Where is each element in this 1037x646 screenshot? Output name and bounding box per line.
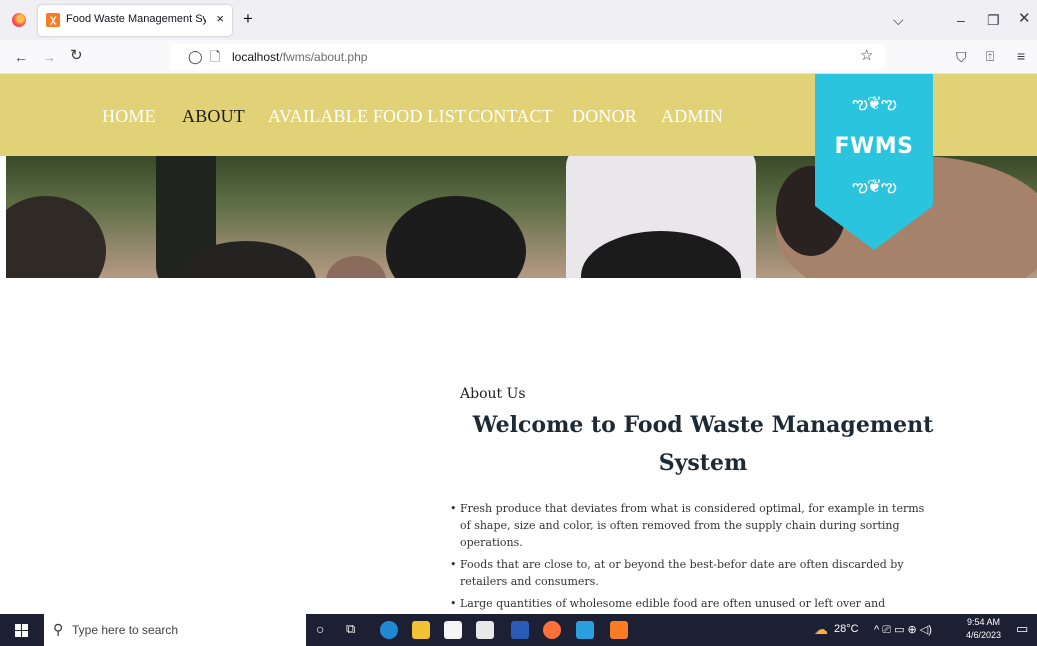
bookmark-star-icon[interactable]: ☆ [860,48,873,64]
minimize-window-icon[interactable]: – [957,12,965,28]
clock-time: 9:54 AM [967,617,1001,627]
back-arrow-icon[interactable]: ← [14,49,28,65]
weather-icon[interactable]: ☁ [814,621,828,638]
nav-about[interactable]: ABOUT [182,106,245,127]
browser-tab[interactable]: ꭓ Food Waste Management Syste × [38,5,232,36]
cortana-icon[interactable]: ○ [316,621,334,639]
clock[interactable]: 9:54 AM 4/6/2023 [966,616,1001,642]
page-info-icon[interactable]: 🗋 [210,49,220,65]
url-text[interactable]: localhost/fwms/about.php [232,50,367,64]
xampp-favicon-icon: ꭓ [46,13,60,27]
clock-date: 4/6/2023 [966,630,1002,640]
mail-icon[interactable] [476,621,494,639]
tracking-shield-icon[interactable]: ◯ [188,49,203,65]
search-input[interactable]: Type here to search [72,623,178,637]
nav-home[interactable]: HOME [102,106,156,127]
nav-contact[interactable]: CONTACT [468,106,553,127]
nav-donor[interactable]: DONOR [572,106,637,127]
tab-close-button[interactable]: × [216,11,224,26]
fwms-logo-tip [815,206,933,250]
file-explorer-icon[interactable] [412,621,430,639]
restore-window-icon[interactable]: ❐ [987,12,1000,28]
xampp-taskbar-icon[interactable] [610,621,628,639]
windows-start-icon[interactable] [15,624,28,637]
page-title: Welcome to Food Waste Management System [472,412,934,476]
windows-taskbar: ⚲ Type here to search ○ ⧉ ☁ 28°C ^ ⎚ ▭ ⊕… [0,614,1037,646]
browser-nav-bar: ← → ↻ ◯ 🗋 localhost/fwms/about.php ☆ ⛉ ⍐… [0,40,1037,74]
forward-arrow-icon[interactable]: → [42,49,56,65]
system-tray-icons[interactable]: ^ ⎚ ▭ ⊕ ◁) [874,623,932,637]
close-window-icon[interactable]: ✕ [1018,11,1031,27]
reload-icon[interactable]: ↻ [70,48,83,64]
list-tabs-chevron-icon[interactable]: ⌵ [893,12,904,28]
ornament-top-icon: ఌ❦ఌ [852,93,897,113]
app-menu-icon[interactable]: ≡ [1017,48,1025,64]
edge-icon[interactable] [380,621,398,639]
nav-available-food-list[interactable]: AVAILABLE FOOD LIST [268,106,466,127]
app-taskbar-icon[interactable] [576,621,594,639]
new-tab-button[interactable]: + [243,9,253,29]
search-icon: ⚲ [53,621,64,637]
temperature-text[interactable]: 28°C [834,623,859,635]
url-path: /fwms/about.php [279,50,368,64]
firefox-icon[interactable] [12,13,26,27]
list-item: Foods that are close to, at or beyond th… [450,556,932,590]
firefox-taskbar-icon[interactable] [543,621,561,639]
notifications-icon[interactable]: ▭ [1016,621,1028,637]
word-icon[interactable] [511,621,529,639]
tab-title: Food Waste Management Syste [66,13,206,25]
url-bar[interactable]: ◯ 🗋 localhost/fwms/about.php ☆ [170,44,885,70]
task-view-icon[interactable]: ⧉ [346,621,364,639]
logo-text: FWMS [834,134,914,159]
pocket-icon[interactable]: ⛉ [956,49,967,65]
taskbar-search-box[interactable]: ⚲ Type here to search [44,614,306,646]
section-label: About Us [460,386,526,402]
nav-admin[interactable]: ADMIN [661,106,723,127]
share-icon[interactable]: ⍐ [986,48,994,64]
url-host: localhost [232,50,280,64]
ornament-bottom-icon: ఌ❦ఌ [852,176,897,196]
store-icon[interactable] [444,621,462,639]
browser-tab-strip: ꭓ Food Waste Management Syste × + ⌵ – ❐ … [0,0,1037,40]
list-item: Fresh produce that deviates from what is… [450,500,932,551]
